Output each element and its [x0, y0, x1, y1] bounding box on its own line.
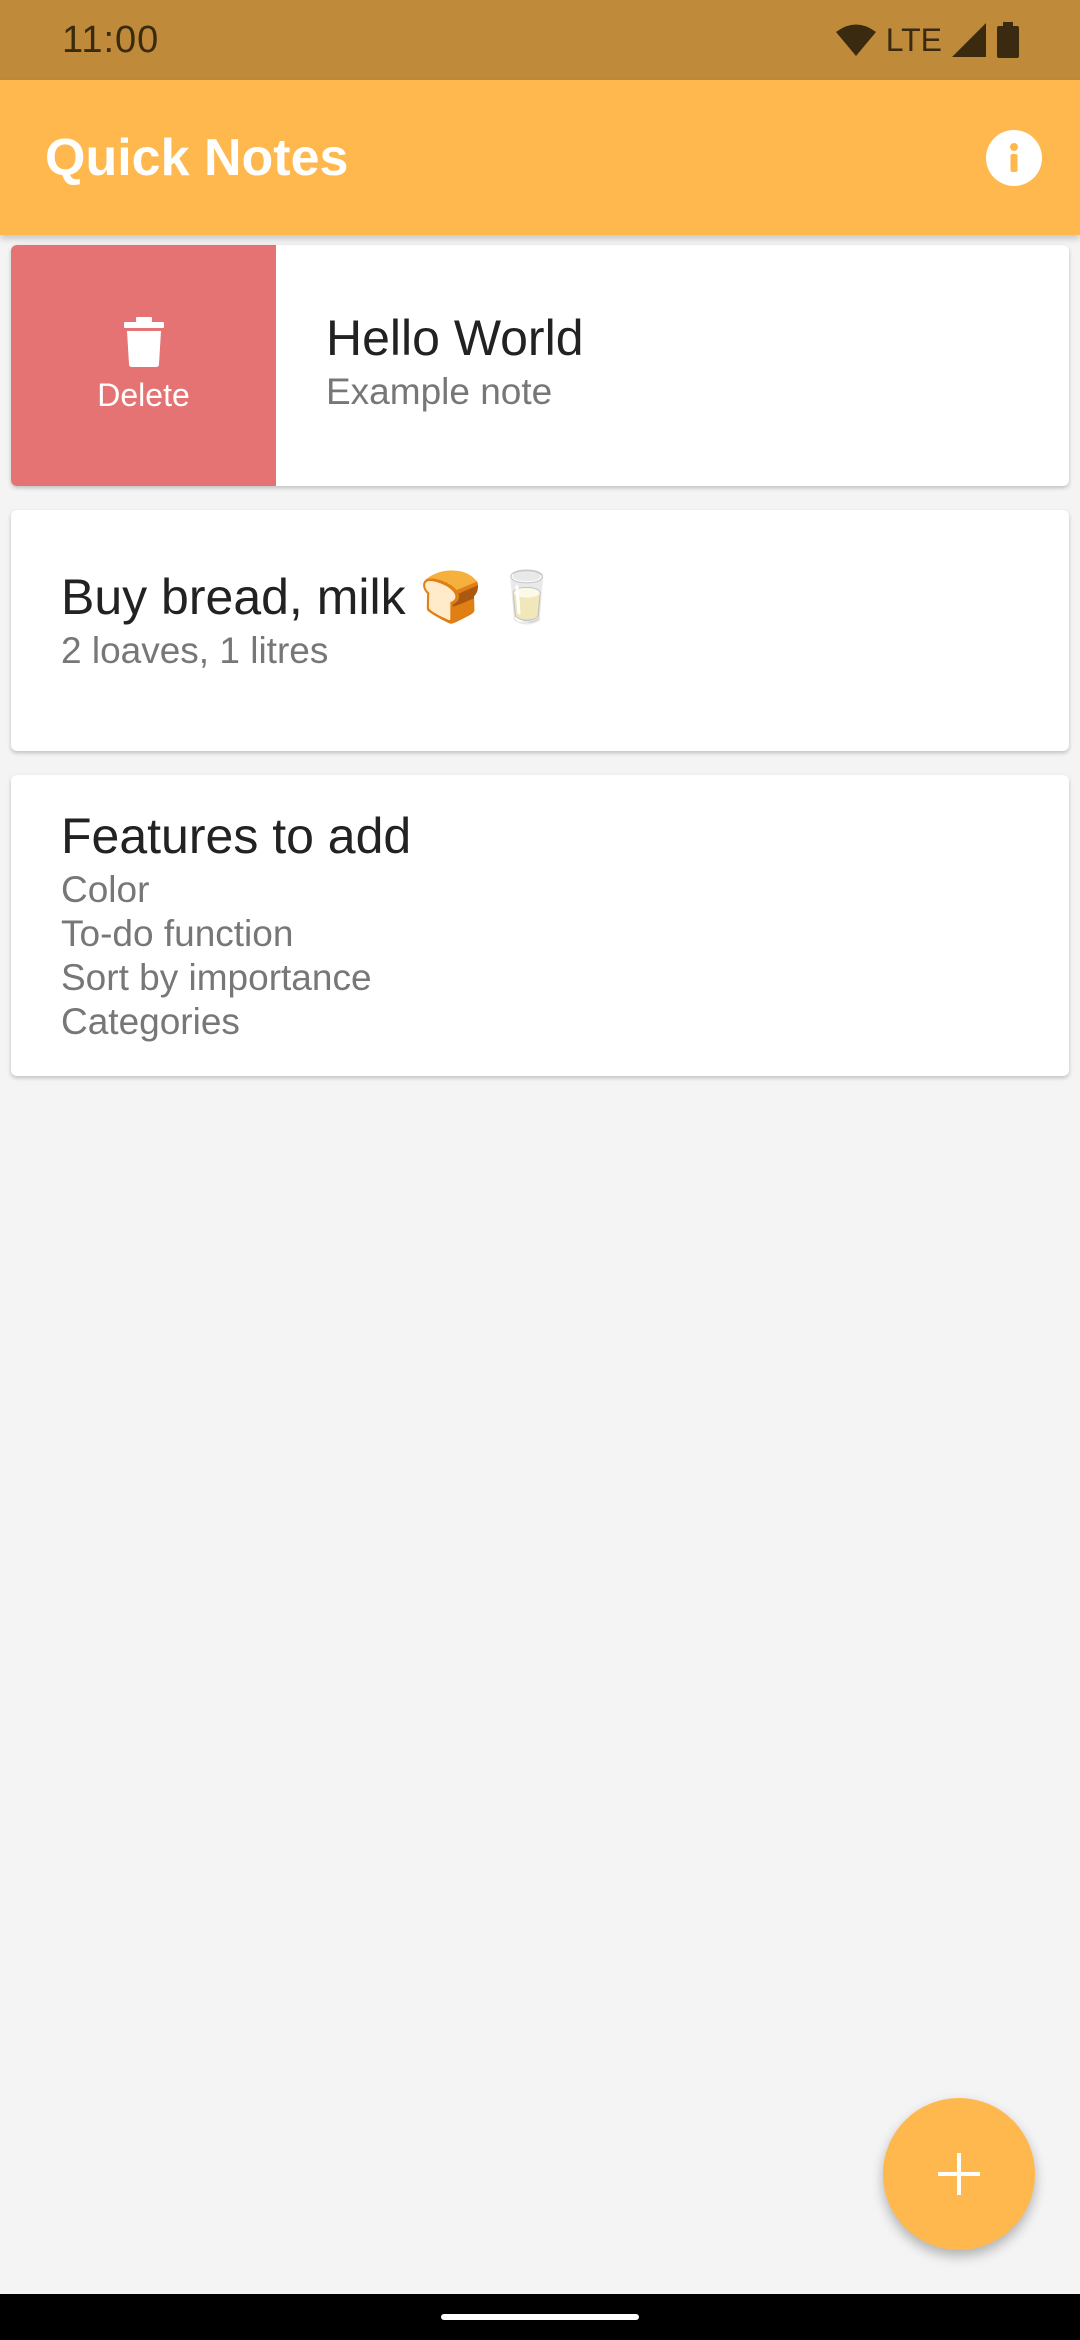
status-time: 11:00: [62, 18, 160, 61]
screen: 11:00 LTE Quick Notes Delete Hello World…: [0, 0, 1080, 2340]
wifi-icon: [835, 24, 876, 56]
status-bar: 11:00 LTE: [0, 0, 1080, 80]
note-body-line: To-do function: [61, 913, 294, 954]
note-card[interactable]: Delete Hello World Example note: [11, 245, 1069, 486]
note-title: Features to add: [61, 808, 412, 864]
note-title: Hello World: [326, 310, 584, 366]
note-body: Example note: [326, 371, 553, 412]
info-icon[interactable]: [986, 129, 1042, 186]
cell-signal-icon: [952, 23, 986, 57]
notes-list: Delete Hello World Example note Buy brea…: [11, 245, 1069, 1100]
home-gesture-handle[interactable]: [441, 2314, 639, 2320]
note-body-line: Color: [61, 869, 150, 910]
note-body: 2 loaves, 1 litres: [61, 630, 329, 671]
note-body-line: Categories: [61, 1001, 240, 1042]
note-card[interactable]: Features to add Color To-do function Sor…: [11, 775, 1069, 1076]
note-title: Buy bread, milk 🍞 🥛: [61, 569, 558, 625]
note-content: Buy bread, milk 🍞 🥛 2 loaves, 1 litres: [11, 510, 1069, 673]
note-body-line: Sort by importance: [61, 957, 372, 998]
navigation-bar: [0, 2294, 1080, 2340]
plus-icon: [938, 2153, 980, 2195]
trash-icon: [123, 317, 164, 367]
add-note-button[interactable]: [883, 2098, 1035, 2250]
battery-icon: [997, 22, 1019, 58]
note-card[interactable]: Buy bread, milk 🍞 🥛 2 loaves, 1 litres: [11, 510, 1069, 751]
note-content: Features to add Color To-do function Sor…: [11, 775, 1069, 1044]
status-icons: LTE: [835, 21, 1020, 59]
note-content: Hello World Example note: [276, 245, 584, 486]
delete-swipe-action[interactable]: Delete: [11, 245, 276, 486]
network-type: LTE: [885, 21, 942, 58]
app-title: Quick Notes: [45, 128, 349, 187]
app-bar: Quick Notes: [0, 80, 1080, 235]
delete-label: Delete: [97, 377, 190, 413]
